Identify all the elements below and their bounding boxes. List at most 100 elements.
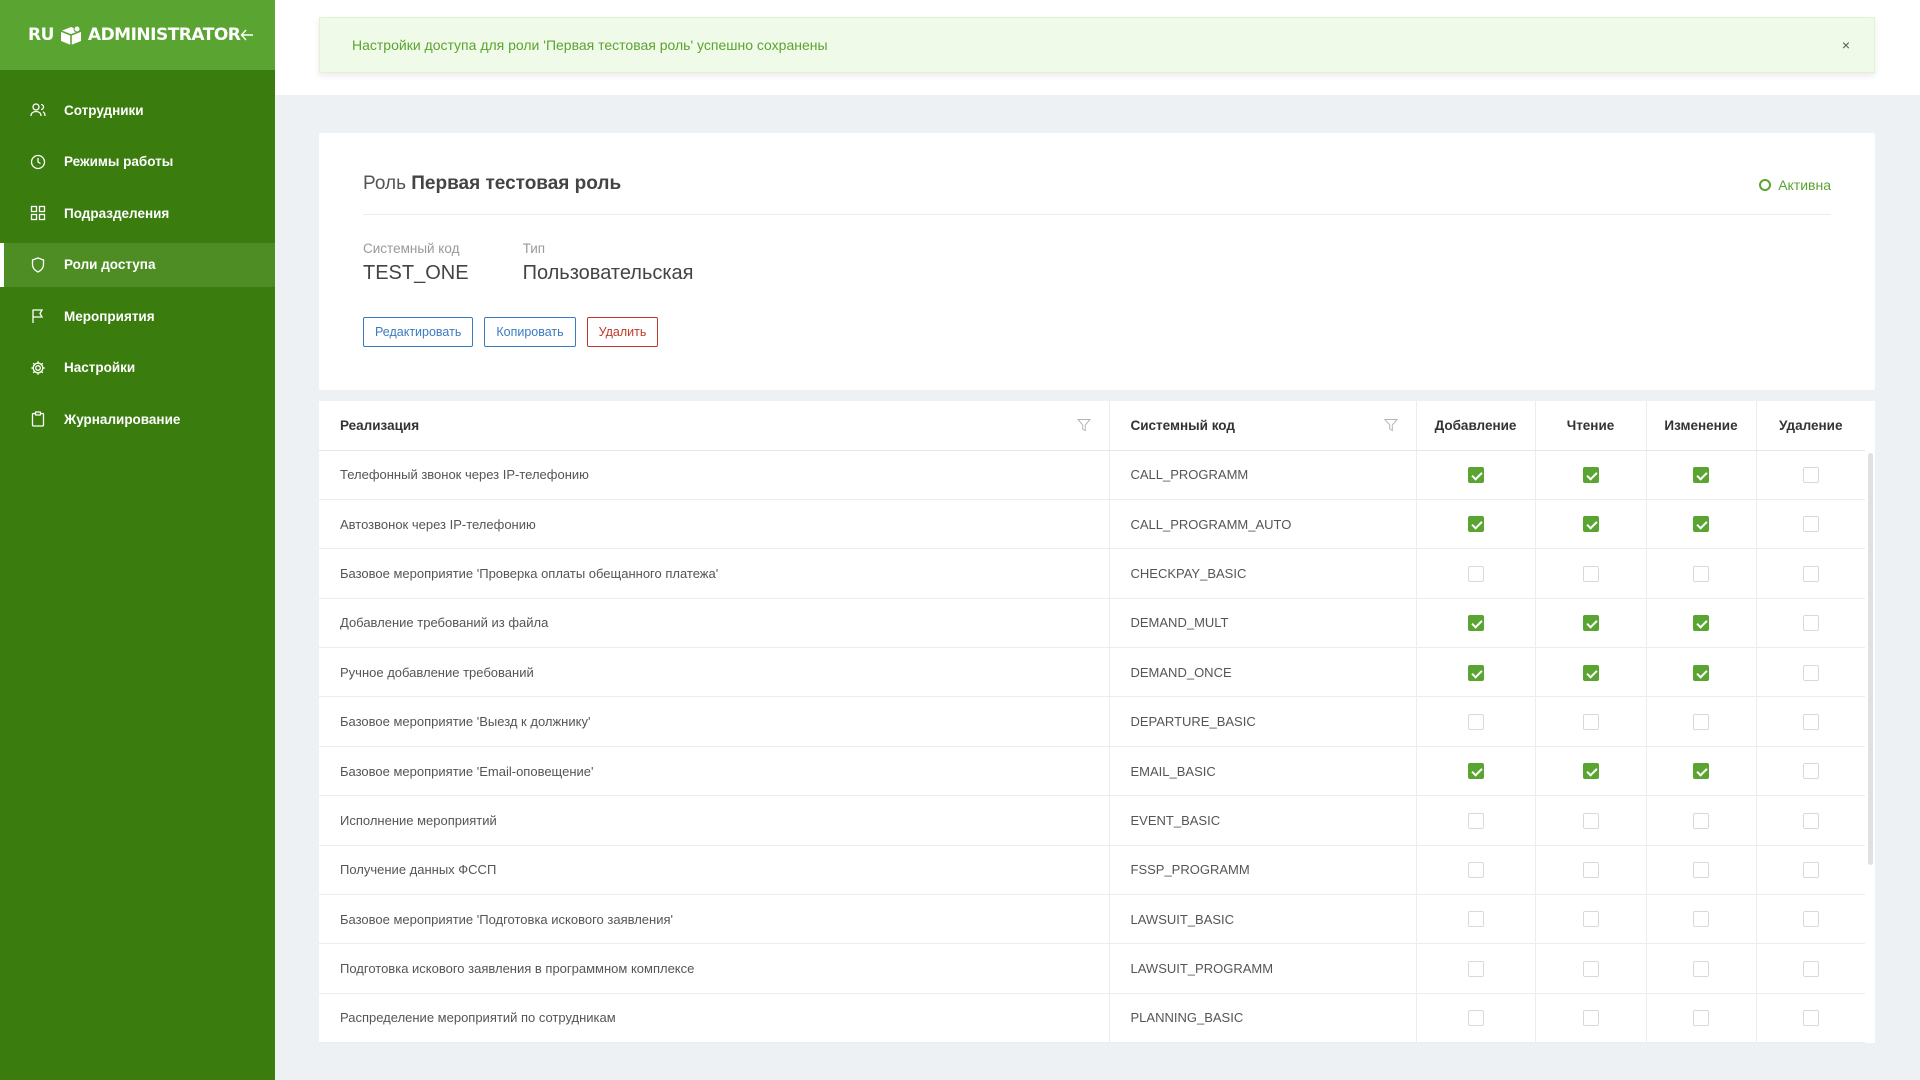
table-row: Добавление требований из файла DEMAND_MUL… xyxy=(319,598,1865,649)
permission-cell-edit xyxy=(1645,598,1756,649)
permission-checkbox-delete[interactable] xyxy=(1802,615,1819,632)
sidebar-item-grid[interactable]: Подразделения xyxy=(0,191,275,235)
permission-checkbox-read[interactable] xyxy=(1582,862,1599,879)
permission-cell-delete xyxy=(1755,696,1865,747)
permission-checkbox-add[interactable] xyxy=(1467,862,1484,879)
permission-checkbox-edit[interactable] xyxy=(1693,615,1709,632)
permission-checkbox-read[interactable] xyxy=(1582,713,1599,730)
permission-checkbox-delete[interactable] xyxy=(1802,862,1819,879)
type-label: Тип xyxy=(522,241,546,256)
implementation-cell: Автозвонок через IP-телефонию xyxy=(319,499,1109,550)
permission-cell-edit xyxy=(1645,450,1756,500)
column-header-edit: Изменение xyxy=(1645,401,1756,451)
permission-cell-read xyxy=(1534,647,1646,698)
permission-cell-edit xyxy=(1645,795,1756,846)
permission-checkbox-edit[interactable] xyxy=(1693,565,1709,582)
permission-checkbox-delete[interactable] xyxy=(1802,516,1819,533)
permission-checkbox-add[interactable] xyxy=(1467,565,1484,582)
system-code-cell: CHECKPAY_BASIC xyxy=(1108,548,1416,599)
permission-checkbox-read[interactable] xyxy=(1582,1010,1599,1027)
permission-checkbox-read[interactable] xyxy=(1582,565,1599,582)
permission-checkbox-edit[interactable] xyxy=(1693,516,1709,533)
permission-checkbox-add[interactable] xyxy=(1467,516,1484,533)
shield-icon xyxy=(30,256,46,273)
permission-checkbox-delete[interactable] xyxy=(1802,1010,1819,1027)
delete-button[interactable]: Удалить xyxy=(586,317,659,347)
permission-cell-edit xyxy=(1645,746,1756,797)
edit-button[interactable]: Редактировать xyxy=(363,317,474,347)
permission-checkbox-read[interactable] xyxy=(1582,960,1599,977)
permission-cell-delete xyxy=(1755,746,1865,797)
implementation-cell: Ручное добавление требований xyxy=(319,647,1109,698)
filter-icon[interactable] xyxy=(1076,418,1091,432)
permission-checkbox-delete[interactable] xyxy=(1802,664,1819,681)
sidebar-item-clipboard[interactable]: Журналирование xyxy=(0,397,275,441)
permission-checkbox-add[interactable] xyxy=(1467,466,1484,483)
permission-checkbox-add[interactable] xyxy=(1467,911,1484,928)
permission-checkbox-delete[interactable] xyxy=(1802,466,1819,483)
permission-checkbox-read[interactable] xyxy=(1582,615,1599,632)
permission-checkbox-edit[interactable] xyxy=(1693,713,1709,730)
sidebar-item-flag[interactable]: Мероприятия xyxy=(0,294,275,338)
system-code-cell: DEPARTURE_BASIC xyxy=(1108,696,1416,747)
system-code-cell: FSSP_PROGRAMM xyxy=(1108,845,1416,896)
alert-message: Настройки доступа для роли 'Первая тесто… xyxy=(352,37,828,53)
permission-checkbox-edit[interactable] xyxy=(1693,812,1709,829)
permission-checkbox-edit[interactable] xyxy=(1693,763,1709,780)
permission-cell-read xyxy=(1534,499,1646,550)
permission-checkbox-delete[interactable] xyxy=(1802,713,1819,730)
permission-checkbox-add[interactable] xyxy=(1467,763,1484,780)
permission-checkbox-delete[interactable] xyxy=(1802,911,1819,928)
permission-checkbox-add[interactable] xyxy=(1467,664,1484,681)
permission-checkbox-edit[interactable] xyxy=(1693,1010,1709,1027)
sidebar-item-users[interactable]: Сотрудники xyxy=(0,88,275,132)
clipboard-icon xyxy=(30,411,46,427)
permission-checkbox-edit[interactable] xyxy=(1693,911,1709,928)
permission-checkbox-delete[interactable] xyxy=(1802,960,1819,977)
permission-checkbox-read[interactable] xyxy=(1582,911,1599,928)
table-row: Исполнение мероприятий EVENT_BASIC xyxy=(319,795,1865,846)
permission-checkbox-read[interactable] xyxy=(1582,466,1599,483)
system-code-cell: LAWSUIT_PROGRAMM xyxy=(1108,943,1416,994)
permission-checkbox-read[interactable] xyxy=(1582,812,1599,829)
filter-icon[interactable] xyxy=(1383,418,1398,432)
permission-cell-read xyxy=(1534,548,1646,599)
role-prefix: Роль xyxy=(363,173,406,194)
implementation-cell: Телефонный звонок через IP-телефонию xyxy=(319,450,1109,500)
column-header-implementation-label: Реализация xyxy=(340,417,420,433)
permission-checkbox-edit[interactable] xyxy=(1693,960,1709,977)
permission-checkbox-read[interactable] xyxy=(1582,664,1599,681)
permission-checkbox-add[interactable] xyxy=(1467,615,1484,632)
system-code-value: TEST_ONE xyxy=(363,262,469,284)
permission-checkbox-edit[interactable] xyxy=(1693,862,1709,879)
logo-bar: RU ADMINISTRATOR xyxy=(0,0,275,70)
permission-checkbox-delete[interactable] xyxy=(1802,763,1819,780)
permission-checkbox-read[interactable] xyxy=(1582,763,1599,780)
permission-checkbox-read[interactable] xyxy=(1582,516,1599,533)
permission-checkbox-add[interactable] xyxy=(1467,812,1484,829)
collapse-sidebar-button[interactable] xyxy=(240,28,254,42)
permission-cell-edit xyxy=(1645,845,1756,896)
permission-cell-read xyxy=(1534,450,1646,500)
permission-checkbox-edit[interactable] xyxy=(1693,466,1709,483)
app-logo[interactable]: RU ADMINISTRATOR xyxy=(28,24,241,46)
sidebar-item-clock[interactable]: Режимы работы xyxy=(0,140,275,184)
permission-checkbox-add[interactable] xyxy=(1467,1010,1484,1027)
permission-checkbox-edit[interactable] xyxy=(1693,664,1709,681)
sidebar-item-gear[interactable]: Настройки xyxy=(0,346,275,390)
system-code-cell: CALL_PROGRAMM_AUTO xyxy=(1108,499,1416,550)
role-actions: Редактировать Копировать Удалить xyxy=(363,317,669,347)
role-fields: Системный код TEST_ONE Тип Пользовательс… xyxy=(363,241,748,285)
system-code-label: Системный код xyxy=(363,241,460,256)
flag-icon xyxy=(30,308,46,324)
permission-checkbox-add[interactable] xyxy=(1467,960,1484,977)
copy-button[interactable]: Копировать xyxy=(484,317,576,347)
table-scrollbar[interactable] xyxy=(1868,453,1873,865)
permission-checkbox-add[interactable] xyxy=(1467,713,1484,730)
permission-checkbox-delete[interactable] xyxy=(1802,565,1819,582)
permission-checkbox-delete[interactable] xyxy=(1802,812,1819,829)
system-code-cell: CALL_PROGRAMM xyxy=(1108,450,1416,500)
permission-cell-read xyxy=(1534,993,1646,1043)
alert-close-button[interactable]: × xyxy=(1842,37,1850,53)
sidebar-item-shield[interactable]: Роли доступа xyxy=(0,242,275,287)
